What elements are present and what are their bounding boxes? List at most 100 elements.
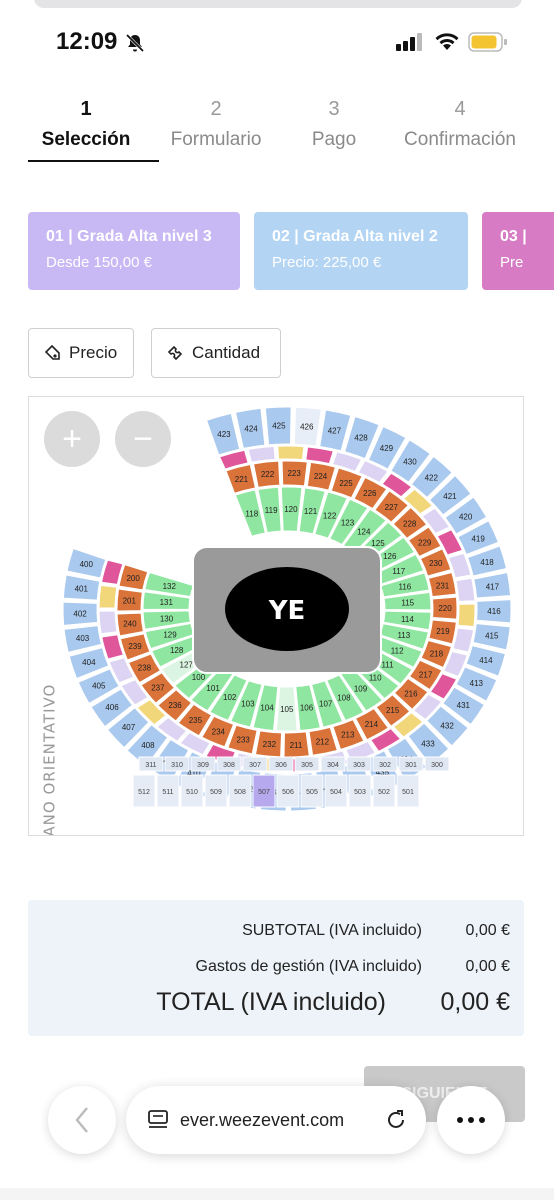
section-label[interactable]: 430 xyxy=(403,457,417,466)
section-label[interactable]: 233 xyxy=(237,736,251,745)
section-label[interactable]: 107 xyxy=(319,700,333,709)
section-label[interactable]: 304 xyxy=(327,762,339,769)
back-button[interactable] xyxy=(48,1086,116,1154)
section-label[interactable]: 200 xyxy=(126,574,140,583)
section-label[interactable]: 305 xyxy=(301,762,313,769)
section-label[interactable]: 125 xyxy=(371,539,385,548)
section-label[interactable]: 112 xyxy=(391,646,404,655)
section-label[interactable]: 201 xyxy=(123,597,137,606)
zoom-in-button[interactable]: + xyxy=(44,411,100,467)
step-confirmacion[interactable]: 4 Confirmación xyxy=(396,98,524,151)
reload-icon[interactable] xyxy=(384,1108,408,1132)
section-label[interactable]: 100 xyxy=(192,673,206,682)
section-label[interactable]: 311 xyxy=(145,762,156,769)
section-label[interactable]: 300 xyxy=(431,762,443,769)
section-label[interactable]: 217 xyxy=(419,670,433,679)
section-label[interactable]: 114 xyxy=(401,615,414,624)
section-label[interactable]: 122 xyxy=(323,511,337,520)
section-[interactable] xyxy=(277,445,305,461)
section-label[interactable]: 509 xyxy=(210,789,222,796)
section-label[interactable]: 505 xyxy=(306,789,318,796)
section-label[interactable]: 226 xyxy=(363,489,377,498)
section-label[interactable]: 230 xyxy=(429,559,443,568)
section-label[interactable]: 117 xyxy=(392,567,405,576)
section-label[interactable]: 235 xyxy=(189,716,203,725)
section-label[interactable]: 404 xyxy=(82,658,96,667)
section-label[interactable]: 123 xyxy=(341,518,355,527)
section-label[interactable]: 427 xyxy=(328,426,342,435)
section-label[interactable]: 303 xyxy=(353,762,365,769)
section-label[interactable]: 220 xyxy=(438,604,452,613)
section-label[interactable]: 402 xyxy=(73,609,87,618)
section-label[interactable]: 403 xyxy=(76,634,90,643)
section-label[interactable]: 512 xyxy=(138,789,150,796)
section-label[interactable]: 104 xyxy=(260,704,274,713)
section-label[interactable]: 113 xyxy=(397,631,410,640)
section-label[interactable]: 406 xyxy=(105,703,119,712)
section-label[interactable]: 425 xyxy=(272,422,286,431)
section-label[interactable]: 236 xyxy=(168,701,182,710)
section-label[interactable]: 238 xyxy=(138,664,152,673)
section-label[interactable]: 421 xyxy=(443,492,457,501)
section-label[interactable]: 222 xyxy=(261,470,275,479)
section-label[interactable]: 418 xyxy=(480,558,494,567)
section-label[interactable]: 422 xyxy=(425,473,439,482)
section-label[interactable]: 413 xyxy=(470,679,484,688)
section-label[interactable]: 105 xyxy=(280,705,294,714)
section-label[interactable]: 223 xyxy=(287,469,301,478)
section-label[interactable]: 216 xyxy=(404,689,418,698)
section-label[interactable]: 118 xyxy=(245,509,258,518)
category-card-03[interactable]: 03 | Pre xyxy=(482,212,554,290)
section-label[interactable]: 414 xyxy=(479,656,493,665)
section-label[interactable]: 426 xyxy=(300,422,314,431)
section-label[interactable]: 102 xyxy=(223,693,237,702)
section-label[interactable]: 510 xyxy=(186,789,198,796)
section-label[interactable]: 419 xyxy=(471,535,485,544)
section-label[interactable]: 228 xyxy=(403,519,417,528)
section-label[interactable]: 116 xyxy=(398,582,411,591)
section-label[interactable]: 432 xyxy=(440,721,454,730)
section-label[interactable]: 214 xyxy=(365,720,379,729)
section-[interactable] xyxy=(457,603,476,628)
section-label[interactable]: 511 xyxy=(162,789,173,796)
section-label[interactable]: 124 xyxy=(357,528,371,537)
section-[interactable] xyxy=(98,610,118,635)
section-label[interactable]: 501 xyxy=(402,789,414,796)
step-pago[interactable]: 3 Pago xyxy=(276,98,392,151)
category-card-02[interactable]: 02 | Grada Alta nivel 2 Precio: 225,00 € xyxy=(254,212,468,290)
category-card-01[interactable]: 01 | Grada Alta nivel 3 Desde 150,00 € xyxy=(28,212,240,290)
section-label[interactable]: 219 xyxy=(436,627,450,636)
section-label[interactable]: 101 xyxy=(206,684,220,693)
section-label[interactable]: 302 xyxy=(379,762,391,769)
section-label[interactable]: 121 xyxy=(304,507,318,516)
section-label[interactable]: 211 xyxy=(290,741,303,750)
section-label[interactable]: 103 xyxy=(241,700,255,709)
section-label[interactable]: 433 xyxy=(421,739,435,748)
section-label[interactable]: 128 xyxy=(170,646,184,655)
section-label[interactable]: 237 xyxy=(151,683,165,692)
section-label[interactable]: 111 xyxy=(381,661,394,670)
step-seleccion[interactable]: 1 Selección xyxy=(28,98,144,151)
section-label[interactable]: 108 xyxy=(337,693,351,702)
section-label[interactable]: 231 xyxy=(436,581,450,590)
section-label[interactable]: 420 xyxy=(459,512,473,521)
section-label[interactable]: 106 xyxy=(300,704,314,713)
section-label[interactable]: 307 xyxy=(249,762,261,769)
section-label[interactable]: 405 xyxy=(92,681,106,690)
section-label[interactable]: 407 xyxy=(122,723,136,732)
section-label[interactable]: 424 xyxy=(244,424,258,433)
stage-label[interactable]: YE xyxy=(268,596,306,626)
section-label[interactable]: 115 xyxy=(401,599,414,608)
section-label[interactable]: 423 xyxy=(217,430,231,439)
section-[interactable] xyxy=(455,577,476,602)
section-label[interactable]: 129 xyxy=(163,631,177,640)
step-formulario[interactable]: 2 Formulario xyxy=(158,98,274,151)
section-label[interactable]: 308 xyxy=(223,762,235,769)
section-label[interactable]: 110 xyxy=(369,673,382,682)
section-label[interactable]: 221 xyxy=(235,475,249,484)
section-[interactable] xyxy=(452,627,475,653)
section-label[interactable]: 239 xyxy=(128,642,142,651)
section-label[interactable]: 507 xyxy=(258,789,270,796)
section-label[interactable]: 232 xyxy=(263,740,277,749)
section-label[interactable]: 503 xyxy=(354,789,366,796)
